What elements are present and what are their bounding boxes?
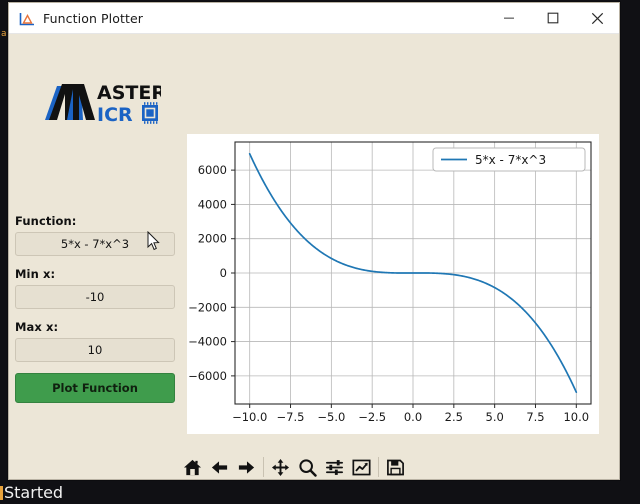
control-panel: Function: 5*x - 7*x^3 Min x: -10 Max x: … <box>15 214 175 403</box>
max-x-label: Max x: <box>15 320 59 334</box>
y-tick-label: −6000 <box>188 369 227 383</box>
function-label: Function: <box>15 214 77 228</box>
line-chart-icon[interactable] <box>348 453 375 481</box>
x-tick-label: 2.5 <box>445 410 463 424</box>
toolbar-separator-1 <box>263 457 265 477</box>
min-x-input[interactable]: -10 <box>15 285 175 309</box>
title-bar[interactable]: Function Plotter <box>9 3 619 34</box>
y-tick-label: 0 <box>220 266 227 280</box>
sliders-icon[interactable] <box>321 453 348 481</box>
x-tick-label: 5.0 <box>486 410 504 424</box>
x-tick-label: 7.5 <box>526 410 544 424</box>
x-tick-label: 0.0 <box>404 410 422 424</box>
plot-function-button[interactable]: Plot Function <box>15 373 175 403</box>
legend-label: 5*x - 7*x^3 <box>475 153 546 167</box>
x-tick-label: −2.5 <box>358 410 386 424</box>
x-tick-label: −7.5 <box>277 410 305 424</box>
brand-name-top: ASTER <box>97 82 161 104</box>
y-tick-label: 4000 <box>198 197 227 211</box>
brand-logo: ASTER ICR <box>43 80 166 126</box>
window-controls <box>487 3 619 34</box>
plot-legend: 5*x - 7*x^3 <box>432 147 586 172</box>
arrow-right-icon[interactable] <box>233 453 260 481</box>
toolbar-separator-2 <box>378 457 380 477</box>
max-x-input[interactable]: 10 <box>15 338 175 362</box>
maximize-icon[interactable] <box>531 3 575 34</box>
function-plotter-window: Function Plotter ASTER ICR Function: 5*x… <box>8 2 620 480</box>
floppy-disk-icon[interactable] <box>382 453 409 481</box>
plot-navigation-toolbar <box>179 451 409 483</box>
x-tick-label: −10.0 <box>232 410 267 424</box>
close-icon[interactable] <box>575 3 619 34</box>
y-tick-label: −4000 <box>188 335 227 349</box>
magnifier-icon[interactable] <box>294 453 321 481</box>
x-tick-label: 10.0 <box>563 410 589 424</box>
home-icon[interactable] <box>179 453 206 481</box>
function-plot[interactable]: −10.0 −7.5 −5.0 −2.5 0.0 2.5 5.0 7.5 10.0 6000 40… <box>187 134 599 434</box>
y-tick-label: 6000 <box>198 163 227 177</box>
brand-name-bottom: ICR <box>97 104 133 126</box>
window-body: ASTER ICR Function: 5*x - 7*x^3 Min x: -… <box>9 34 619 479</box>
minimize-icon[interactable] <box>487 3 531 34</box>
terminal-status-line: Started <box>0 483 64 502</box>
move-icon[interactable] <box>267 453 294 481</box>
x-tick-label: −5.0 <box>317 410 345 424</box>
plot-function-button-label: Plot Function <box>52 381 138 395</box>
arrow-left-icon[interactable] <box>206 453 233 481</box>
min-x-label: Min x: <box>15 267 56 281</box>
microchip-icon <box>142 102 158 124</box>
function-input[interactable]: 5*x - 7*x^3 <box>15 232 175 256</box>
plot-figure[interactable]: −10.0 −7.5 −5.0 −2.5 0.0 2.5 5.0 7.5 10.0 6000 40… <box>187 134 599 434</box>
y-tick-label: −2000 <box>188 300 227 314</box>
chart-icon <box>19 11 35 26</box>
window-title: Function Plotter <box>43 10 144 26</box>
y-tick-label: 2000 <box>198 232 227 246</box>
